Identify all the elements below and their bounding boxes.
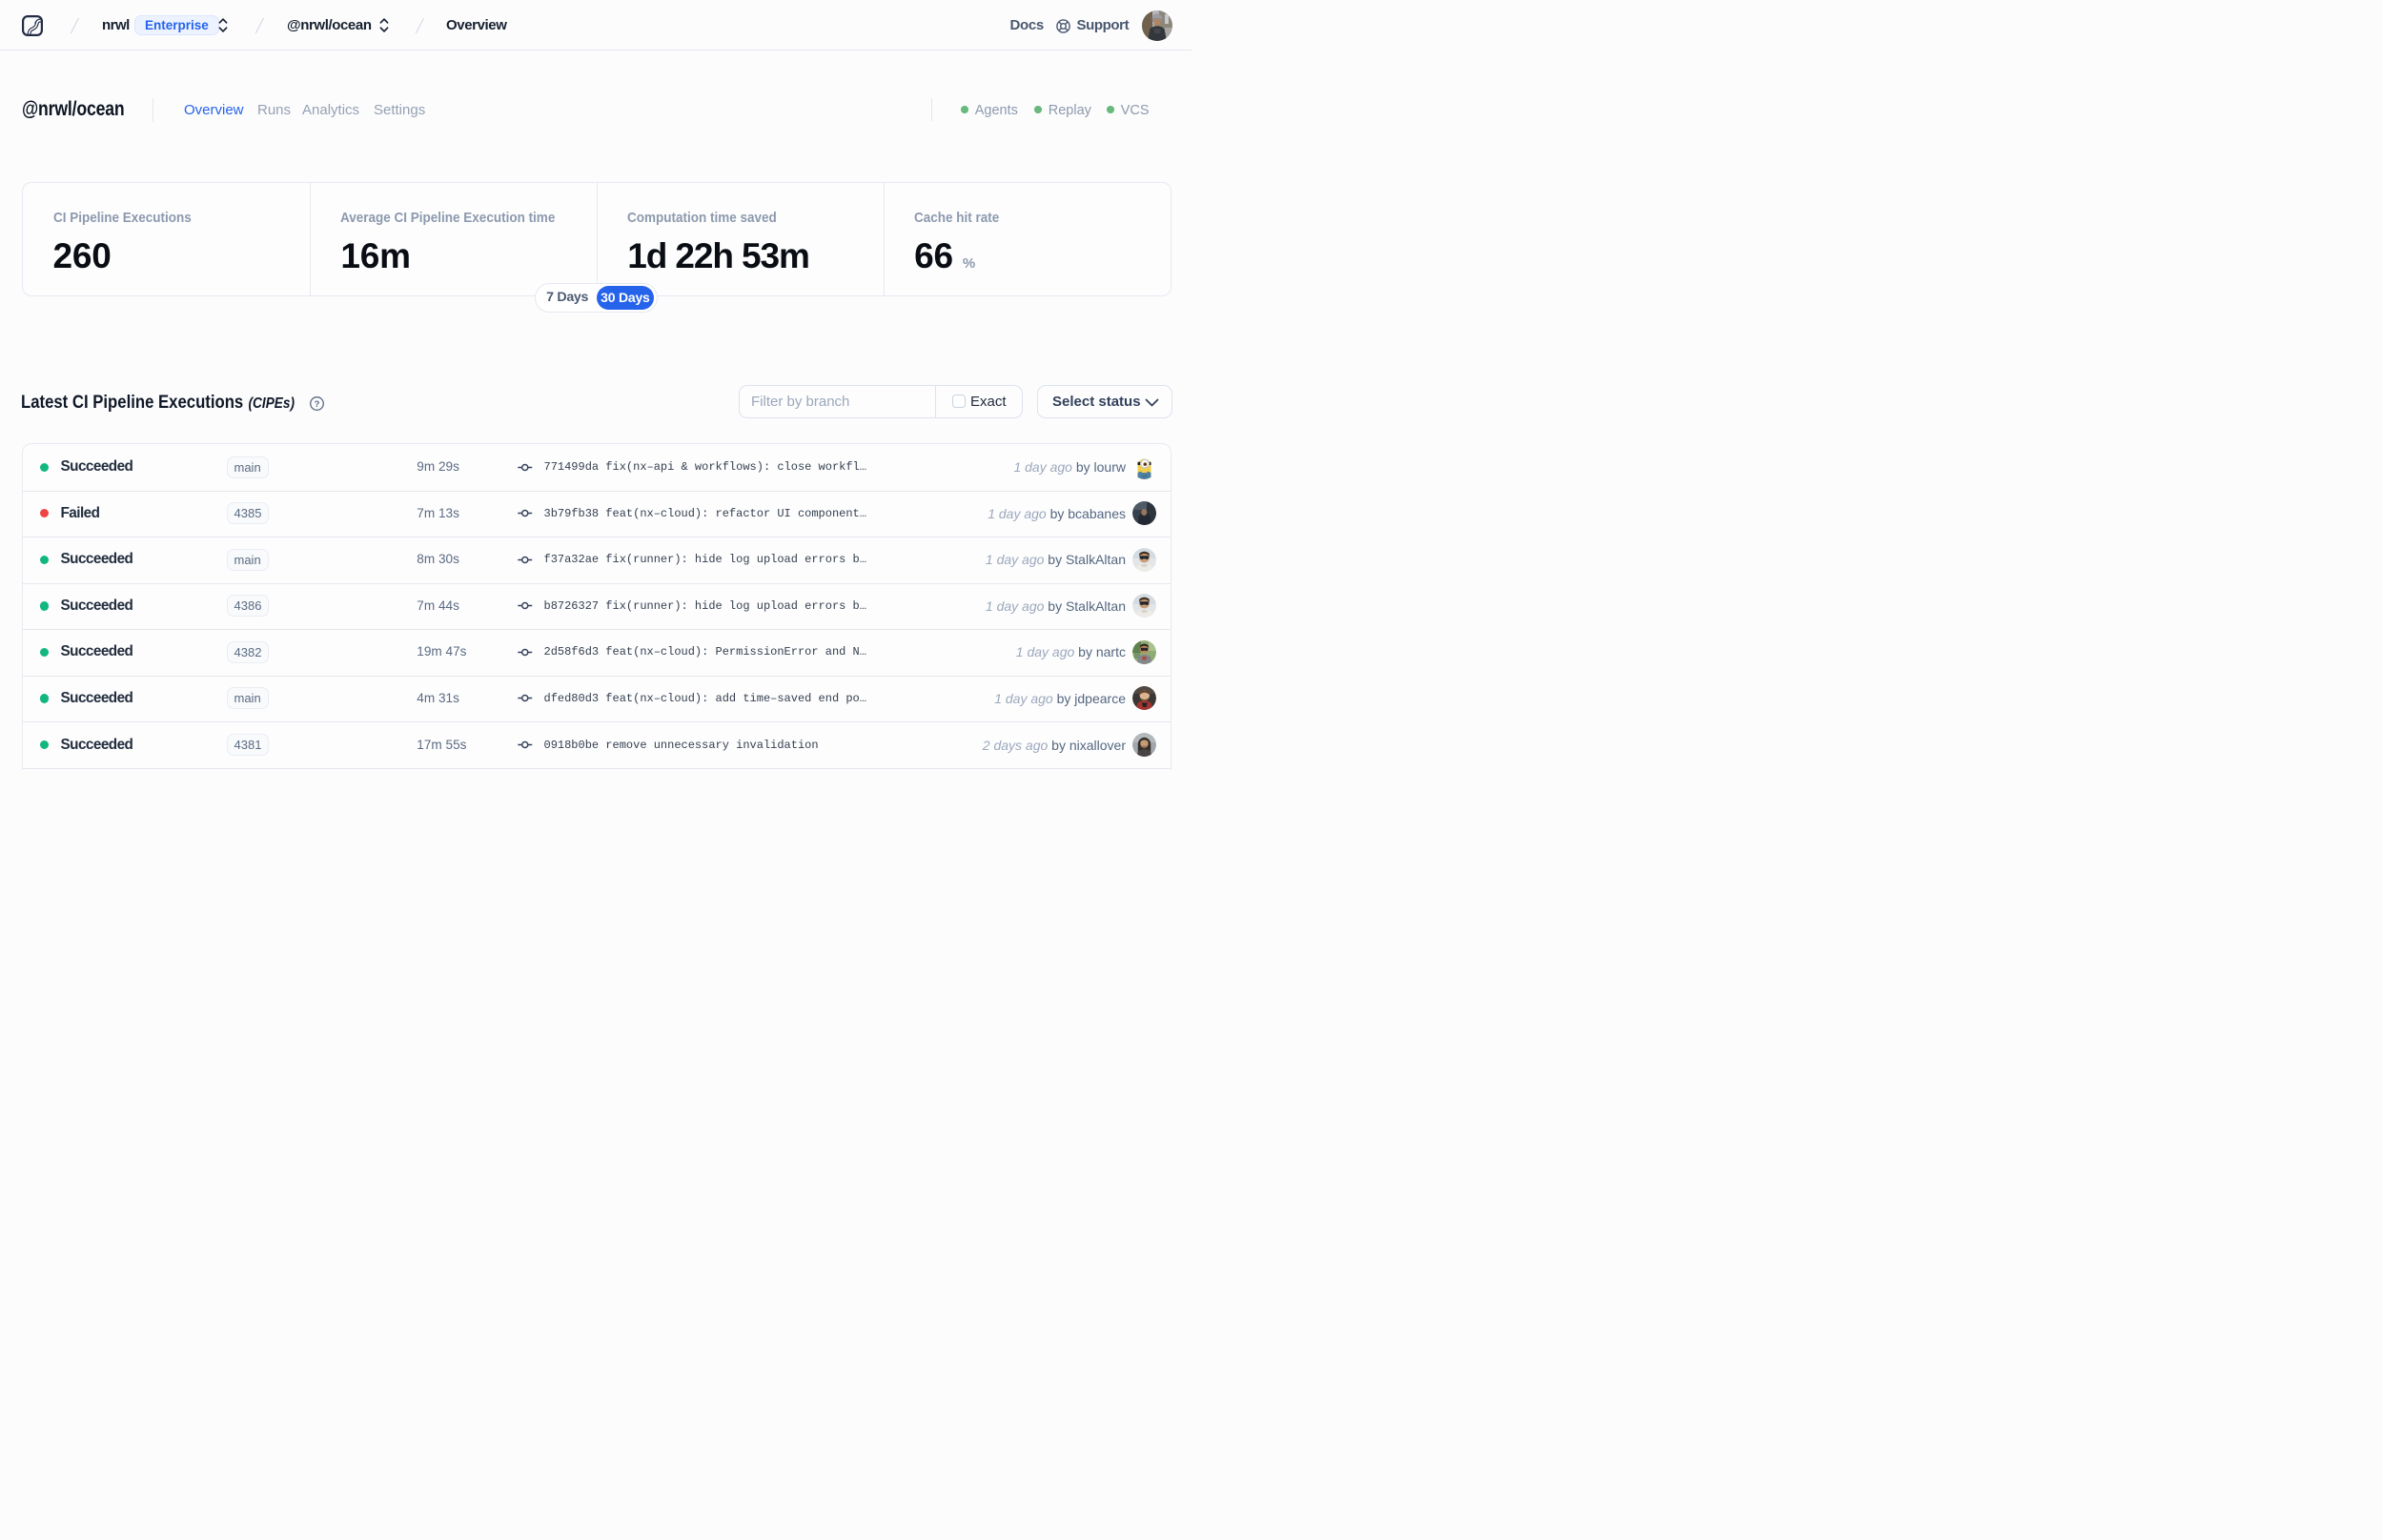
svg-text:?: ? — [315, 398, 320, 409]
